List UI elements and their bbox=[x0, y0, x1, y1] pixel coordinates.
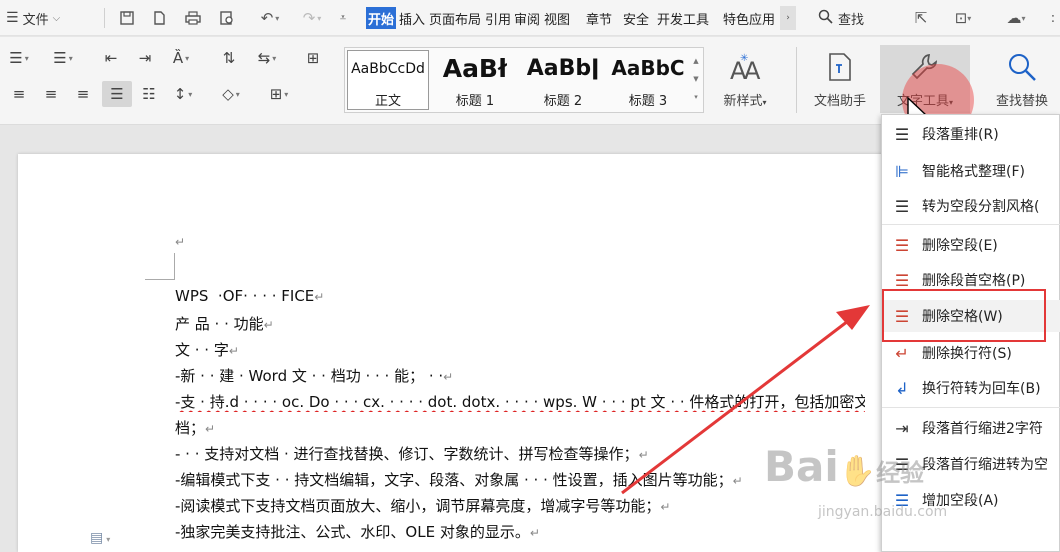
menu-item-label: 智能格式整理(F) bbox=[922, 164, 1025, 180]
menu-divider bbox=[882, 224, 1060, 225]
menu-item-label: 段落重排(R) bbox=[922, 127, 999, 143]
menu-item-label: 换行符转为回车(B) bbox=[922, 381, 1041, 397]
smart-format-icon: ⊫ bbox=[895, 161, 909, 181]
menu-item-smart-format[interactable]: ⊫ 智能格式整理(F) bbox=[882, 155, 1060, 187]
menu-item-paragraph-rearrange[interactable]: ☰ 段落重排(R) bbox=[882, 118, 1060, 150]
menu-item-label: 删除换行符(S) bbox=[922, 346, 1012, 362]
menu-item-delete-empty-paragraph[interactable]: ☰ 删除空段(E) bbox=[882, 229, 1060, 261]
menu-item-label: 删除段首空格(P) bbox=[922, 273, 1026, 289]
paragraph-rearrange-icon: ☰ bbox=[894, 124, 910, 144]
line-break-to-enter-icon: ↲ bbox=[895, 378, 909, 398]
menu-item-first-line-indent[interactable]: ⇥ 段落首行缩进2字符 bbox=[882, 412, 1060, 444]
baidu-watermark: Bai✋经验 bbox=[764, 442, 925, 491]
empty-paragraph-style-icon: ☰ bbox=[894, 196, 910, 216]
menu-item-empty-paragraph-style[interactable]: ☰ 转为空段分割风格( bbox=[882, 190, 1060, 222]
delete-line-break-icon: ↵ bbox=[895, 343, 909, 363]
menu-item-label: 段落首行缩进转为空 bbox=[922, 457, 1048, 473]
delete-empty-paragraph-icon: ☰ bbox=[894, 235, 910, 255]
menu-item-line-break-to-enter[interactable]: ↲ 换行符转为回车(B) bbox=[882, 372, 1060, 404]
menu-item-label: 段落首行缩进2字符 bbox=[922, 421, 1043, 437]
menu-item-label: 转为空段分割风格( bbox=[922, 199, 1040, 215]
baidu-watermark-url: jingyan.baidu.com bbox=[818, 504, 948, 520]
first-line-indent-icon: ⇥ bbox=[895, 418, 909, 438]
highlight-box-delete-space bbox=[882, 289, 1046, 342]
delete-leading-space-icon: ☰ bbox=[894, 270, 910, 290]
menu-divider bbox=[882, 407, 1060, 408]
wps-writer-window: ☰ 文件 ⌵ ↶ ▾ ↷ ▾ ⩡ 开始 插入 页面布局 引用 审阅 视图 章节 安全… bbox=[0, 0, 1060, 552]
menu-item-label: 删除空段(E) bbox=[922, 238, 998, 254]
